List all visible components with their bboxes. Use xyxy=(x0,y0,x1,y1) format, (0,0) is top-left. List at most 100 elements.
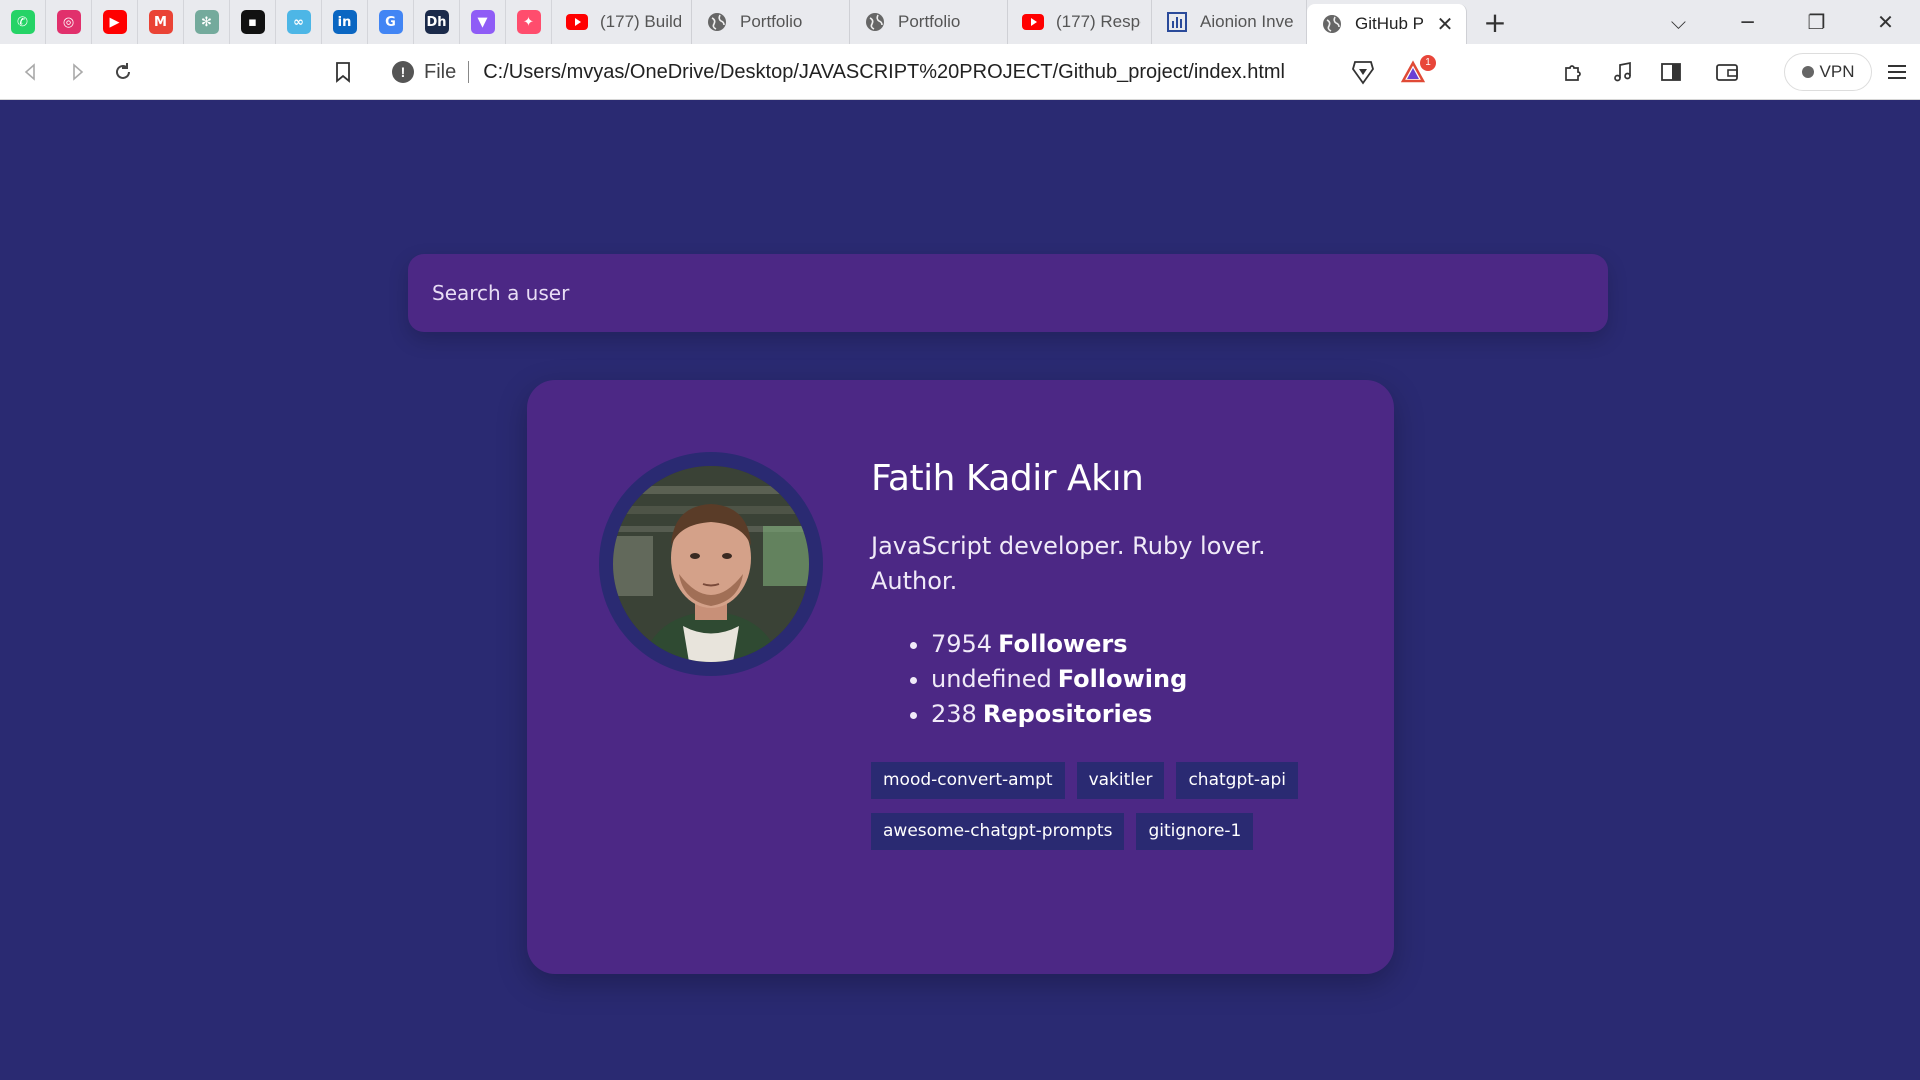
browser-tab[interactable]: Portfolio xyxy=(850,0,1008,44)
following-label: Following xyxy=(1057,665,1188,693)
pinned-tab[interactable]: G xyxy=(368,0,414,44)
menu-button[interactable] xyxy=(1874,49,1920,95)
notion-icon: ▪ xyxy=(240,10,265,34)
vpn-status-icon xyxy=(1801,66,1814,78)
repos-label: Repositories xyxy=(982,700,1153,728)
repo-link[interactable]: gitignore-1 xyxy=(1136,813,1254,850)
globe-icon xyxy=(706,11,728,33)
site-info-icon[interactable]: ! xyxy=(392,61,414,83)
forward-button[interactable] xyxy=(54,49,100,95)
user-bio: JavaScript developer. Ruby lover. Author… xyxy=(871,532,1266,595)
whatsapp-icon: ✆ xyxy=(10,10,35,34)
brave-rewards-button[interactable]: 1 xyxy=(1392,49,1438,95)
search-input[interactable] xyxy=(408,254,1608,332)
page-content: Fatih Kadir Akın JavaScript developer. R… xyxy=(0,101,1920,1080)
bookmark-button[interactable] xyxy=(320,49,366,95)
brave-shields-button[interactable] xyxy=(1340,49,1386,95)
pinned-tab[interactable]: ∞ xyxy=(276,0,322,44)
sidebar-button[interactable] xyxy=(1648,49,1694,95)
pinned-tab[interactable]: M xyxy=(138,0,184,44)
close-tab-icon[interactable]: ✕ xyxy=(1434,12,1456,36)
close-window-button[interactable]: ✕ xyxy=(1851,0,1920,44)
browser-tab-strip: ✆ ◎ ▶ M ✻ ▪ ∞ in G Dh ▼ ✦ (177) Build a Portfolio Por… xyxy=(0,0,1920,44)
pinned-tab[interactable]: ▪ xyxy=(230,0,276,44)
followers-count: 7954 xyxy=(931,630,993,658)
vpn-label: VPN xyxy=(1819,62,1855,81)
pinned-tab[interactable]: ✆ xyxy=(0,0,46,44)
profile-card: Fatih Kadir Akın JavaScript developer. R… xyxy=(527,380,1394,974)
following-count: undefined xyxy=(931,665,1052,693)
browser-tab[interactable]: Aionion Inve xyxy=(1152,0,1307,44)
wallet-icon xyxy=(1716,63,1738,81)
back-button[interactable] xyxy=(8,49,54,95)
wallet-button[interactable] xyxy=(1704,49,1750,95)
restore-button[interactable]: ❐ xyxy=(1782,0,1851,44)
brave-lion-icon xyxy=(1352,60,1374,85)
repos-stat: 238Repositories xyxy=(931,697,1331,732)
puzzle-icon xyxy=(1565,64,1581,81)
hamburger-menu-icon xyxy=(1888,64,1906,79)
devhub-icon: Dh xyxy=(424,10,449,34)
address-bar[interactable]: ! File C:/Users/mvyas/OneDrive/Desktop/J… xyxy=(376,53,1440,91)
browser-tab[interactable]: (177) Build a xyxy=(552,0,692,44)
forward-arrow-icon xyxy=(73,62,84,81)
chart-icon xyxy=(1166,11,1188,33)
repo-link[interactable]: mood-convert-ampt xyxy=(871,762,1065,799)
browser-toolbar: ! File C:/Users/mvyas/OneDrive/Desktop/J… xyxy=(0,44,1920,100)
pinned-tab[interactable]: ◎ xyxy=(46,0,92,44)
repo-link[interactable]: chatgpt-api xyxy=(1176,762,1298,799)
linkedin-icon: in xyxy=(332,10,357,34)
url-scheme: File xyxy=(424,61,470,83)
google-icon: G xyxy=(378,10,403,34)
youtube-icon: ▶ xyxy=(102,10,127,34)
media-button[interactable] xyxy=(1600,49,1646,95)
following-stat: undefinedFollowing xyxy=(931,662,1331,697)
avatar-photo xyxy=(613,466,809,662)
back-arrow-icon xyxy=(24,62,35,81)
pinned-tab[interactable]: ▶ xyxy=(92,0,138,44)
chatgpt-icon: ✻ xyxy=(194,10,219,34)
tab-search-icon[interactable]: ⌵ xyxy=(1644,0,1713,44)
reload-button[interactable] xyxy=(100,49,146,95)
avatar xyxy=(599,452,823,676)
link-icon: ∞ xyxy=(286,10,311,34)
tab-title: Portfolio xyxy=(898,12,961,31)
bookmark-icon xyxy=(336,61,350,83)
followers-stat: 7954Followers xyxy=(931,627,1331,662)
pinned-tab[interactable]: ✻ xyxy=(184,0,230,44)
app-icon: ✦ xyxy=(516,10,541,34)
repos-count: 238 xyxy=(931,700,977,728)
gmail-icon: M xyxy=(148,10,173,34)
url-text[interactable]: C:/Users/mvyas/OneDrive/Desktop/JAVASCRI… xyxy=(483,61,1285,84)
globe-icon xyxy=(864,11,886,33)
window-controls: ⌵ ─ ❐ ✕ xyxy=(1644,0,1920,44)
tab-title: (177) Respo xyxy=(1056,12,1141,31)
youtube-icon xyxy=(566,11,588,33)
music-note-icon xyxy=(1614,61,1631,81)
instagram-icon: ◎ xyxy=(56,10,81,34)
new-tab-button[interactable]: + xyxy=(1473,0,1517,44)
user-name: Fatih Kadir Akın xyxy=(871,458,1144,499)
tab-title: Aionion Inve xyxy=(1200,12,1294,31)
repo-list: mood-convert-ampt vakitler chatgpt-api a… xyxy=(871,762,1331,864)
pinned-tabs: ✆ ◎ ▶ M ✻ ▪ ∞ in G Dh ▼ ✦ xyxy=(0,0,552,44)
browser-tab[interactable]: (177) Respo xyxy=(1008,0,1152,44)
vite-icon: ▼ xyxy=(470,10,495,34)
vpn-button[interactable]: VPN xyxy=(1784,53,1872,91)
repo-link[interactable]: vakitler xyxy=(1076,762,1165,799)
pinned-tab[interactable]: in xyxy=(322,0,368,44)
tab-title: (177) Build a xyxy=(600,12,681,31)
followers-label: Followers xyxy=(998,630,1128,658)
sidebar-icon xyxy=(1661,62,1681,81)
pinned-tab[interactable]: ✦ xyxy=(506,0,552,44)
user-info: Fatih Kadir Akın JavaScript developer. R… xyxy=(871,452,1331,864)
pinned-tab[interactable]: Dh xyxy=(414,0,460,44)
extensions-button[interactable] xyxy=(1550,49,1596,95)
minimize-button[interactable]: ─ xyxy=(1713,0,1782,44)
browser-tab[interactable]: Portfolio xyxy=(692,0,850,44)
tab-active[interactable]: GitHub P ✕ xyxy=(1307,4,1467,44)
repo-link[interactable]: awesome-chatgpt-prompts xyxy=(871,813,1125,850)
tab-title: GitHub P xyxy=(1355,14,1424,33)
tab-title: Portfolio xyxy=(740,12,803,31)
pinned-tab[interactable]: ▼ xyxy=(460,0,506,44)
